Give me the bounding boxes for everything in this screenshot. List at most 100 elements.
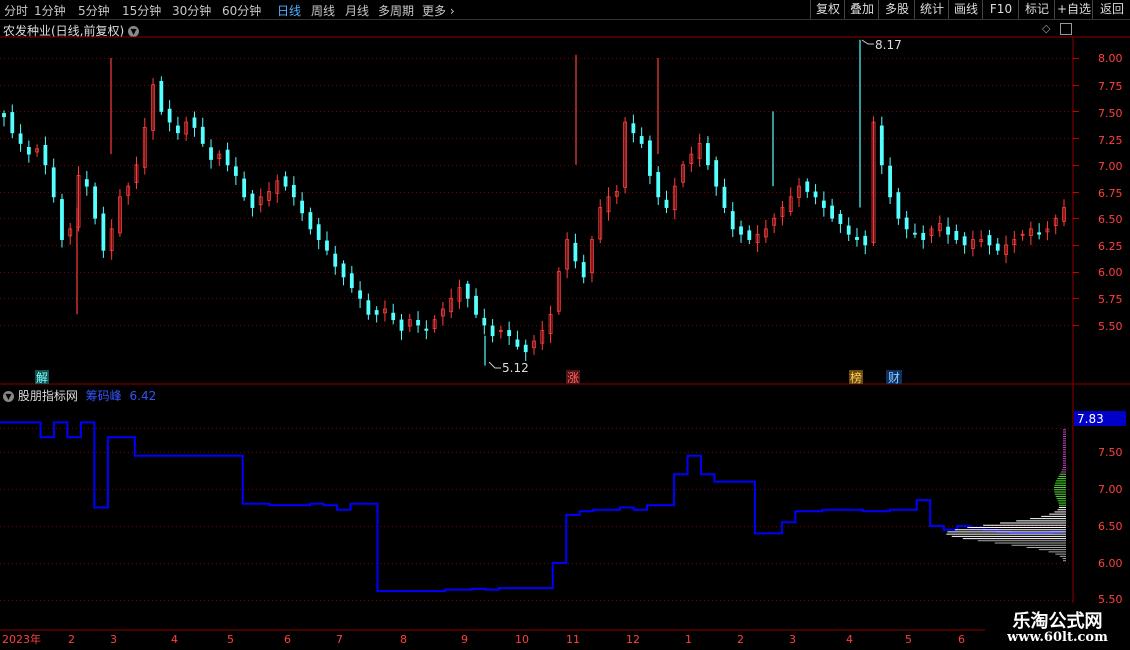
marker-bang: 榜 [850, 370, 862, 385]
high-label: 8.17 [875, 38, 902, 52]
x-label: 6 [958, 633, 965, 646]
period-tab-1min[interactable]: 1分钟 [34, 2, 66, 19]
candle-body [913, 232, 917, 235]
candle-body [424, 328, 429, 331]
candle-body [134, 164, 139, 183]
candle-body [325, 240, 329, 251]
back-button[interactable]: 返回 [1092, 0, 1130, 19]
candle-body [1012, 239, 1017, 246]
add-favorite-button[interactable]: +自选 [1054, 0, 1093, 19]
period-tab-5min[interactable]: 5分钟 [78, 2, 110, 19]
candle-body [176, 125, 180, 134]
candle-body [706, 143, 710, 166]
period-tab-multi[interactable]: 多周期 [378, 2, 414, 19]
y-tick-label: 5.75 [1098, 293, 1123, 306]
y-tick-label: 7.00 [1098, 160, 1123, 173]
y-tick-label: 6.00 [1098, 557, 1123, 570]
candle-body [300, 200, 305, 214]
period-tab-more[interactable]: 更多 › [422, 2, 455, 19]
candle-body [366, 300, 371, 315]
chevron-down-icon[interactable]: ▼ [3, 391, 14, 402]
main-y-labels: 8.00 7.75 7.50 7.25 7.00 6.75 6.50 6.25 … [1098, 52, 1123, 333]
candle-body [838, 214, 843, 224]
main-panel-title-bar: 农发种业(日线,前复权) ▼ [3, 22, 140, 39]
candle-body [26, 146, 31, 155]
y-tick-label: 7.25 [1098, 134, 1123, 147]
candle-body [275, 180, 280, 194]
indicator-line-group [0, 421, 1065, 593]
stock-title: 农发种业(日线,前复权) [3, 24, 125, 38]
x-label: 6 [284, 633, 291, 646]
x-label: 8 [400, 633, 407, 646]
candle-body [581, 262, 586, 278]
period-toolbar: 分时 1分钟 5分钟 15分钟 30分钟 60分钟 日线 周线 月线 多周期 更… [0, 0, 1130, 20]
fuquan-button[interactable]: 复权 [810, 0, 845, 19]
candle-body [225, 149, 230, 166]
watermark-url: www.60lt.com [1007, 630, 1108, 645]
candle-body [267, 191, 271, 201]
candle-body [523, 344, 528, 353]
candle-body [209, 147, 213, 160]
y-tick-label: 6.50 [1098, 520, 1123, 533]
candle-body [233, 166, 238, 176]
f10-button[interactable]: F10 [982, 0, 1019, 19]
candle-body [987, 235, 992, 246]
candle-body [167, 108, 172, 123]
indicator-title-bar: ▼ 股朋指标网 筹码峰 6.42 [3, 387, 156, 404]
period-tab-15min[interactable]: 15分钟 [122, 2, 161, 19]
marker-box [35, 370, 49, 384]
period-tab-monthly[interactable]: 月线 [345, 2, 369, 19]
y-tick-label: 7.75 [1098, 80, 1123, 93]
x-label: 5 [905, 633, 912, 646]
candle-body [1004, 244, 1008, 255]
y-tick-label: 6.50 [1098, 213, 1123, 226]
draw-line-button[interactable]: 画线 [948, 0, 983, 19]
candle-body [648, 140, 652, 176]
candle-body [788, 196, 793, 213]
period-tab-weekly[interactable]: 周线 [311, 2, 335, 19]
chip-distribution [946, 429, 1066, 562]
statistics-button[interactable]: 统计 [914, 0, 949, 19]
candle-body [391, 312, 396, 321]
candle-body [590, 239, 594, 274]
candle-body [689, 153, 694, 165]
candle-body [349, 273, 354, 289]
y-tick-label: 5.50 [1098, 320, 1123, 333]
candle-body [896, 192, 901, 219]
diamond-icon[interactable]: ◇ [1042, 22, 1050, 35]
candle-body [946, 226, 950, 235]
x-label: 4 [171, 633, 178, 646]
multi-stock-button[interactable]: 多股 [878, 0, 915, 19]
candle-body [639, 136, 644, 144]
x-label: 1 [685, 633, 692, 646]
candle-body [763, 228, 768, 238]
marker-cai: 财 [888, 371, 900, 385]
y-tick-label: 6.25 [1098, 240, 1123, 253]
x-axis-labels: 2023年 2 3 4 5 6 7 8 9 10 11 12 1 2 3 4 5… [2, 632, 965, 646]
candle-body [242, 178, 247, 198]
candle-body [863, 235, 868, 246]
panel-toggle-icon[interactable] [1060, 23, 1072, 35]
period-tab-daily[interactable]: 日线 [277, 2, 301, 19]
mark-button[interactable]: 标记 [1018, 0, 1055, 19]
chevron-down-icon[interactable]: ▼ [128, 26, 140, 37]
candle-body [126, 185, 131, 196]
candle-body [457, 287, 462, 302]
candle-body [813, 191, 818, 198]
period-tab-30min[interactable]: 30分钟 [172, 2, 211, 19]
period-tab-fenshi[interactable]: 分时 [4, 2, 28, 19]
candle-body [722, 186, 727, 208]
candles [2, 39, 1066, 366]
overlay-button[interactable]: 叠加 [844, 0, 879, 19]
candle-body [888, 165, 892, 198]
candle-body [614, 191, 619, 197]
candle-body [954, 230, 959, 240]
y-tick-label: 7.00 [1098, 483, 1123, 496]
indicator-title: 股朋指标网 [17, 389, 78, 403]
y-tick-label: 7.50 [1098, 446, 1123, 459]
candle-body [548, 313, 553, 335]
x-label: 3 [110, 633, 117, 646]
period-tab-60min[interactable]: 60分钟 [222, 2, 261, 19]
marker-zhang: 涨 [567, 370, 579, 385]
candle-body [200, 126, 205, 144]
